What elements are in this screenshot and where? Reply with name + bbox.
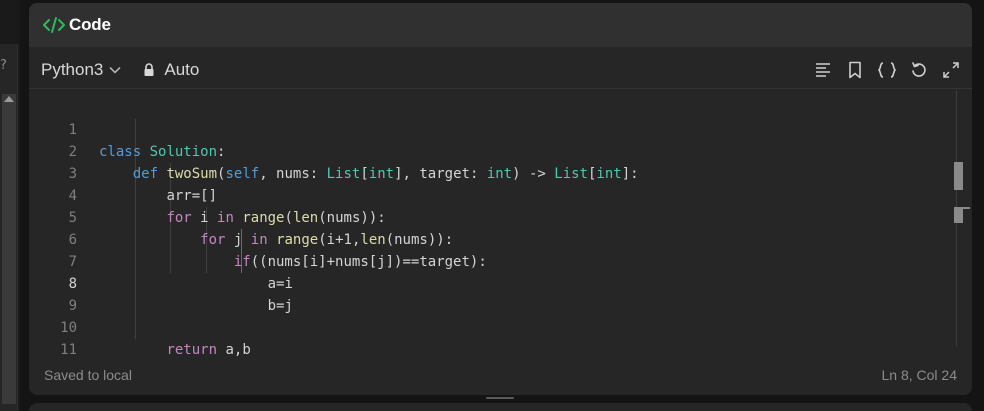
code-line: 9 <box>29 273 959 314</box>
panel-title: Code <box>69 15 111 34</box>
code-line: 7 a=i <box>29 229 959 292</box>
code-text: return a,b <box>166 342 251 358</box>
cursor-position: Ln 8, Col 24 <box>881 367 958 383</box>
code-brackets-icon <box>42 15 66 35</box>
line-number: 11 <box>60 342 77 358</box>
scroll-up-icon[interactable] <box>4 96 14 102</box>
code-line: 6 if((nums[i]+nums[j])==target): <box>29 207 959 270</box>
resize-handle[interactable] <box>486 397 514 399</box>
scrollbar-thumb[interactable] <box>954 162 963 190</box>
editor-scrollbar[interactable] <box>954 90 972 346</box>
braces-icon[interactable] <box>876 59 898 81</box>
code-line: 3 arr=[] <box>29 141 959 204</box>
lock-icon <box>144 62 154 76</box>
toolbar-actions <box>812 59 962 81</box>
reset-icon[interactable] <box>908 59 930 81</box>
status-bar: Saved to local Ln 8, Col 24 <box>29 363 972 387</box>
language-select[interactable]: Python3 <box>41 60 121 80</box>
auto-mode-toggle[interactable]: Auto <box>143 60 199 80</box>
editor-toolbar: Python3 Auto <box>29 51 972 89</box>
code-line: 1 class Solution: <box>29 97 959 160</box>
code-line-active: 8 b=j <box>29 251 959 314</box>
test-panel-edge <box>29 403 972 411</box>
code-line: 5 for j in range(i+1,len(nums)): <box>29 185 959 248</box>
language-label: Python3 <box>41 59 104 79</box>
code-line: 4 for i in range(len(nums)): <box>29 163 959 226</box>
code-panel-header: Code <box>29 3 972 47</box>
chevron-down-icon <box>109 66 121 74</box>
left-panel-edge: ? <box>0 0 20 411</box>
code-panel: Code Python3 Auto 1 class Solution: 2 de… <box>29 3 972 395</box>
code-editor[interactable]: 1 class Solution: 2 def twoSum(self, num… <box>29 97 959 358</box>
mode-label: Auto <box>164 59 200 79</box>
code-line: 11 <box>29 317 959 358</box>
code-line: 10 return a,b <box>29 295 959 358</box>
expand-icon[interactable] <box>940 59 962 81</box>
scrollbar-marker <box>954 207 963 223</box>
format-icon[interactable] <box>812 59 834 81</box>
bookmark-icon[interactable] <box>844 59 866 81</box>
left-scrollbar[interactable] <box>2 94 16 404</box>
help-glyph: ? <box>0 58 7 73</box>
save-status: Saved to local <box>44 367 132 383</box>
code-line: 2 def twoSum(self, nums: List[int], targ… <box>29 119 959 182</box>
